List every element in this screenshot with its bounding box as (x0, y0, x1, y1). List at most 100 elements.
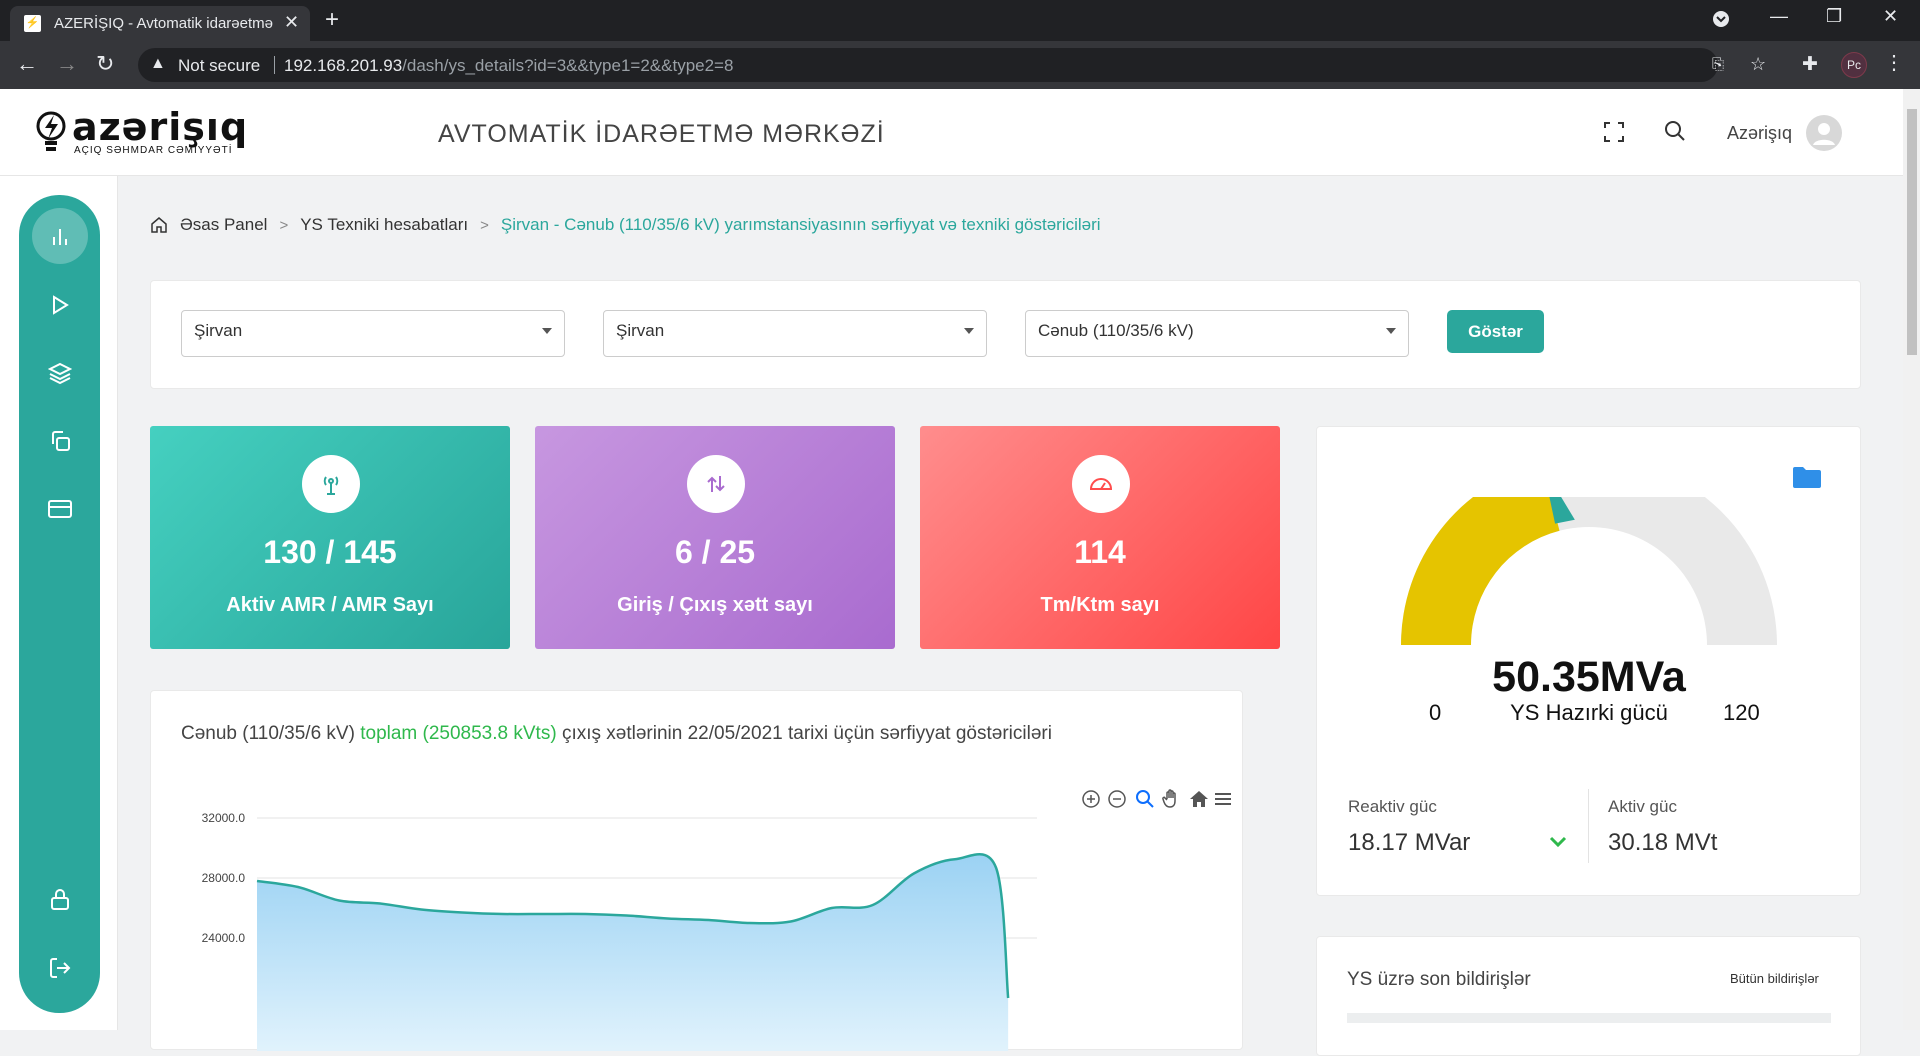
bar-chart-icon (53, 229, 67, 245)
back-icon[interactable]: ← (16, 51, 38, 77)
breadcrumb-current: Şirvan - Cənub (110/35/6 kV) yarımstansi… (500, 215, 1101, 234)
url-input[interactable]: ▲ Not secure 192.168.201.93/dash/ys_deta… (138, 48, 1766, 82)
stat-card-tm[interactable]: 114 Tm/Ktm sayı (920, 426, 1280, 649)
browser-menu-icon[interactable]: ⋮ (1884, 50, 1904, 75)
consumption-chart[interactable]: 32000.0 28000.0 24000.0 (151, 771, 1242, 1051)
credit-card-icon (48, 500, 72, 518)
logo-wordmark: azərişıq (72, 105, 249, 149)
stat-icon-circle (687, 455, 745, 513)
fullscreen-icon[interactable] (1602, 120, 1626, 149)
notifications-title: YS üzrə son bildirişlər (1347, 969, 1531, 990)
sidebar-item-card[interactable] (32, 481, 88, 537)
reload-icon[interactable]: ↻ (96, 51, 114, 77)
browser-tab-bar: ⚡ AZERİŞIQ - Avtomatik idarəetmə ✕ + — ❐… (0, 0, 1920, 41)
stat-label: Tm/Ktm sayı (1040, 594, 1160, 616)
sidebar-item-lock[interactable] (32, 871, 88, 927)
warning-icon[interactable]: ▲ (150, 55, 166, 73)
url-text: 192.168.201.93/dash/ys_details?id=3&&typ… (284, 56, 733, 76)
not-secure-label[interactable]: Not secure (178, 56, 260, 76)
page-scrollbar[interactable] (1903, 89, 1920, 1030)
district-select-value: Şirvan (616, 321, 665, 340)
sidebar-item-dashboard[interactable] (32, 208, 88, 264)
stat-value: 114 (1074, 534, 1126, 570)
active-power-value: 30.18 MVt (1608, 829, 1718, 856)
divider (274, 56, 275, 74)
forward-icon[interactable]: → (56, 51, 78, 77)
new-tab-icon[interactable]: + (325, 8, 339, 32)
stat-icon-circle (302, 455, 360, 513)
stat-card-amr[interactable]: 130 / 145 Aktiv AMR / AMR Sayı (150, 426, 510, 649)
active-power-label: Aktiv güc (1608, 797, 1677, 816)
notifications-card: YS üzrə son bildirişlər Bütün bildirişlə… (1316, 936, 1861, 1056)
stat-icon-circle (1072, 455, 1130, 513)
show-button[interactable]: Göstər (1447, 310, 1544, 353)
close-tab-icon[interactable]: ✕ (284, 12, 299, 32)
app-header: azərişıq AÇIQ SƏHMDAR CƏMİYYƏTİ AVTOMATİ… (0, 89, 1903, 176)
stat-value: 6 / 25 (674, 534, 756, 570)
sidebar-item-logout[interactable] (32, 940, 88, 996)
user-avatar[interactable] (1806, 115, 1842, 151)
district-select[interactable]: Şirvan (603, 310, 987, 357)
stat-label: Giriş / Çıxış xətt sayı (617, 594, 813, 616)
url-path: /dash/ys_details?id=3&&type1=2&&type2=8 (402, 56, 734, 75)
speedometer-icon (1089, 478, 1113, 490)
chart-title: Cənub (110/35/6 kV) toplam (250853.8 kVt… (181, 723, 1052, 745)
gauge-value: 50.35MVa (1492, 653, 1686, 701)
page-title: AVTOMATİK İDARƏETMƏ MƏRKƏZİ (438, 120, 885, 148)
logout-icon (50, 958, 71, 978)
folder-icon[interactable] (1792, 465, 1822, 494)
url-host: 192.168.201.93 (284, 56, 403, 75)
caret-down-icon (964, 328, 974, 334)
caret-down-icon (542, 328, 552, 334)
favicon-icon: ⚡ (24, 15, 41, 32)
search-icon[interactable] (1663, 119, 1687, 148)
chart-title-total: toplam (250853.8 kVts) (360, 723, 557, 744)
region-select[interactable]: Şirvan (181, 310, 565, 357)
bookmark-star-icon[interactable]: ☆ (1750, 54, 1766, 75)
restore-icon[interactable]: ❐ (1826, 6, 1842, 27)
region-select-value: Şirvan (194, 321, 243, 340)
reactive-power-value: 18.17 MVar (1348, 829, 1471, 856)
minimize-icon[interactable]: — (1770, 6, 1788, 27)
breadcrumb-home[interactable]: Əsas Panel (180, 215, 267, 235)
chevron-down-icon[interactable] (1547, 831, 1569, 858)
stat-card-lines[interactable]: 6 / 25 Giriş / Çıxış xətt sayı (535, 426, 895, 649)
gauge-max: 120 (1723, 700, 1760, 725)
substation-select-value: Cənub (110/35/6 kV) (1038, 321, 1194, 340)
play-icon (53, 295, 69, 315)
notification-list-item[interactable] (1347, 1013, 1831, 1023)
tab-search-icon[interactable] (1712, 10, 1730, 33)
reactive-power-label: Reaktiv güc (1348, 797, 1437, 816)
window-close-icon[interactable]: ✕ (1883, 6, 1898, 27)
lock-icon (51, 889, 69, 910)
translate-icon[interactable]: ⎘ (1712, 56, 1724, 73)
all-notifications-link[interactable]: Bütün bildirişlər (1730, 971, 1819, 986)
chart-title-suffix: çıxış xətlərinin 22/05/2021 tarixi üçün … (561, 723, 1052, 744)
logo-bulb-icon (36, 111, 66, 151)
gauge-fill (1401, 497, 1560, 645)
scrollbar-thumb[interactable] (1907, 109, 1917, 355)
home-icon[interactable] (150, 216, 168, 234)
extensions-icon[interactable]: ✚ (1802, 52, 1818, 78)
profile-avatar[interactable]: Pc (1841, 52, 1867, 78)
layers-icon (48, 362, 72, 385)
breadcrumb: Əsas Panel > YS Texniki hesabatları > Şi… (150, 215, 1101, 235)
sidebar-item-copy[interactable] (32, 413, 88, 469)
chart-title-prefix: Cənub (110/35/6 kV) (181, 723, 355, 744)
antenna-icon (323, 476, 339, 495)
user-name[interactable]: Azərişıq (1727, 123, 1792, 144)
sidebar-item-layers[interactable] (32, 345, 88, 401)
substation-select[interactable]: Cənub (110/35/6 kV) (1025, 310, 1409, 357)
consumption-card: Cənub (110/35/6 kV) toplam (250853.8 kVt… (150, 690, 1243, 1051)
in-out-arrows-icon (707, 476, 725, 492)
sidebar-item-play[interactable] (32, 277, 88, 333)
stat-value: 130 / 145 (263, 534, 397, 570)
browser-tab[interactable]: ⚡ AZERİŞIQ - Avtomatik idarəetmə ✕ (10, 6, 310, 41)
copy-icon (52, 431, 70, 451)
gauge-label: YS Hazırki gücü (1510, 700, 1668, 725)
y-tick-label: 32000.0 (202, 811, 246, 825)
y-tick-label: 28000.0 (202, 871, 246, 885)
breadcrumb-reports[interactable]: YS Texniki hesabatları (300, 215, 468, 235)
chart-area-fill (257, 854, 1009, 1051)
gauge-card: 50.35MVa 0 YS Hazırki gücü 120 Reaktiv g… (1316, 426, 1861, 896)
